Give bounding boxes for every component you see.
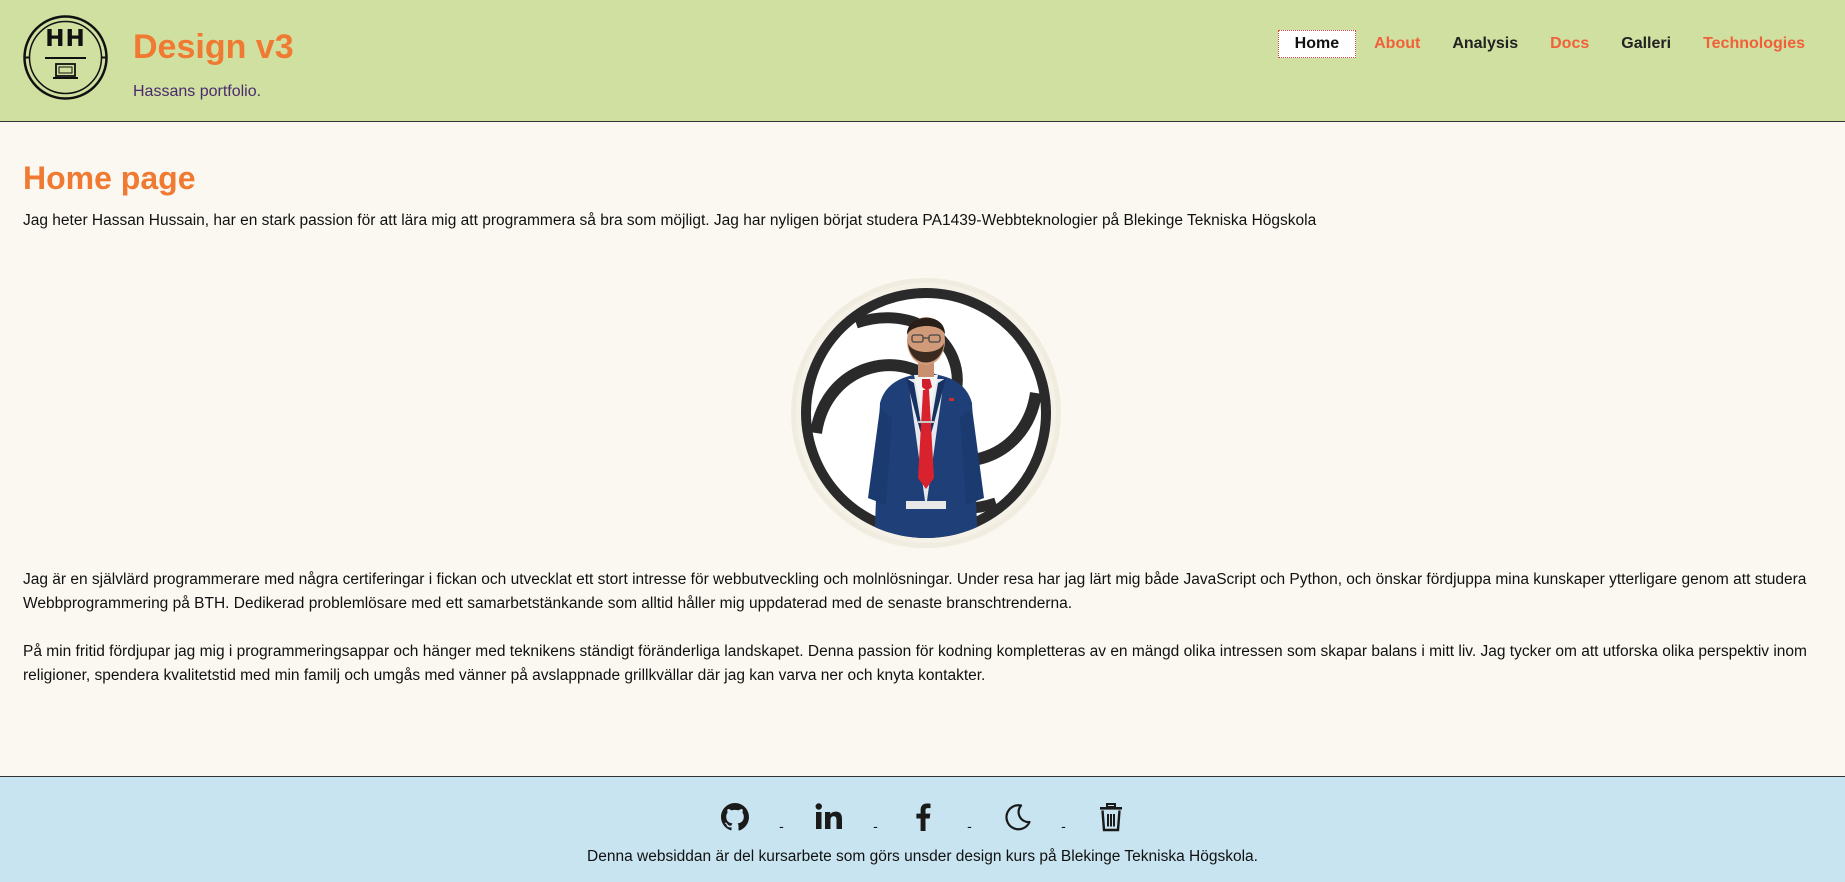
moon-icon[interactable]: [1001, 801, 1033, 833]
site-footer: - - - - Denna websiddan är del kursarbet…: [0, 776, 1845, 882]
footer-separator: -: [1061, 818, 1066, 834]
footer-text: Denna websiddan är del kursarbete som gö…: [587, 848, 1258, 865]
site-title[interactable]: Design v3: [133, 28, 294, 67]
footer-separator: -: [873, 818, 878, 834]
footer-icon-row: - - - -: [0, 801, 1845, 833]
profile-portrait: [796, 283, 1056, 543]
footer-separator: -: [779, 818, 784, 834]
nav-technologies[interactable]: Technologies: [1687, 31, 1821, 57]
intro-paragraph: Jag heter Hassan Hussain, har en stark p…: [23, 212, 1317, 229]
facebook-icon[interactable]: [907, 801, 939, 833]
logo-text: HH: [45, 26, 86, 52]
nav-home[interactable]: Home: [1277, 30, 1357, 58]
page-heading: Home page: [23, 160, 196, 196]
nav-galleri[interactable]: Galleri: [1605, 31, 1687, 57]
main-content: Home page Jag heter Hassan Hussain, har …: [23, 160, 1823, 684]
github-icon[interactable]: [719, 801, 751, 833]
nav-analysis[interactable]: Analysis: [1436, 31, 1534, 57]
site-logo[interactable]: HH: [22, 14, 109, 101]
trash-icon[interactable]: [1095, 801, 1127, 833]
site-header: HH Design v3 Hassans portfolio. Home Abo…: [0, 0, 1845, 122]
main-navbar: Home About Analysis Docs Galleri Technol…: [1277, 30, 1821, 58]
footer-separator: -: [967, 818, 972, 834]
nav-docs[interactable]: Docs: [1534, 31, 1605, 57]
site-slogan: Hassans portfolio.: [133, 83, 262, 100]
profile-photo: [801, 288, 1051, 538]
nav-about[interactable]: About: [1358, 31, 1436, 57]
hobbies-paragraph: På min fritid fördjupar jag mig i progra…: [23, 643, 1807, 684]
about-paragraph: Jag är en självlärd programmerare med nå…: [23, 571, 1807, 612]
linkedin-icon[interactable]: [813, 801, 845, 833]
